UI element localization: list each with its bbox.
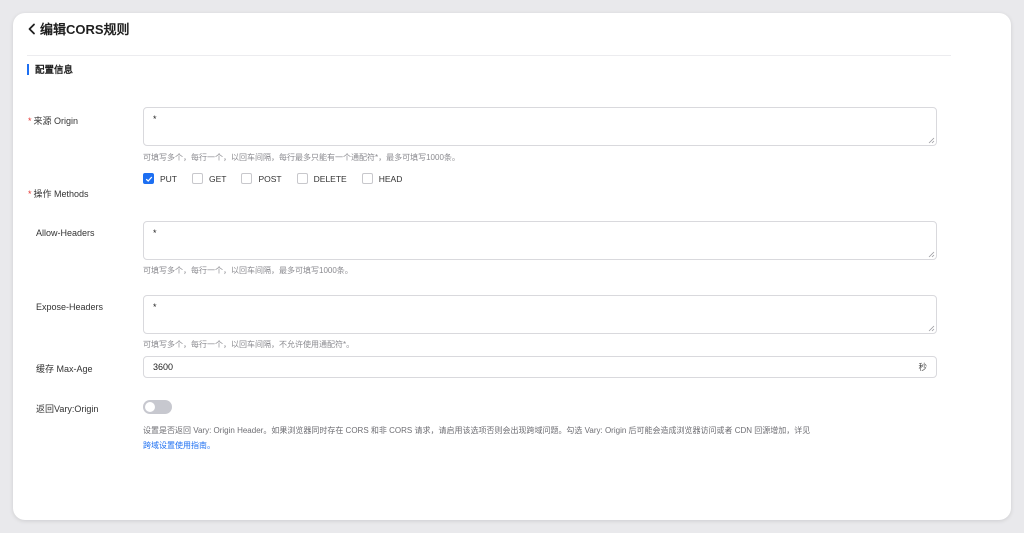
max-age-input[interactable]: 3600 秒: [143, 356, 937, 378]
origin-textarea[interactable]: *: [143, 107, 937, 146]
max-age-unit: 秒: [918, 362, 927, 372]
allow-headers-hint: 可填写多个，每行一个，以回车间隔，最多可填写1000条。: [143, 266, 353, 275]
check-icon: [145, 176, 152, 182]
origin-label-text: 来源 Origin: [33, 116, 79, 126]
toggle-knob: [145, 402, 155, 412]
page-title: 编辑CORS规则: [40, 22, 130, 37]
vary-label: 返回Vary:Origin: [36, 404, 99, 414]
method-post[interactable]: POST: [241, 173, 282, 184]
expose-headers-hint: 可填写多个，每行一个，以回车间隔，不允许使用通配符*。: [143, 340, 355, 349]
checkbox-checked[interactable]: [143, 173, 154, 184]
method-label: PUT: [160, 173, 177, 184]
allow-headers-textarea[interactable]: *: [143, 221, 937, 260]
resize-handle-icon[interactable]: [928, 137, 935, 144]
method-label: POST: [258, 173, 282, 184]
method-label: GET: [209, 173, 227, 184]
methods-label: * 操作 Methods: [28, 187, 89, 200]
vary-desc-text: 设置是否返回 Vary: Origin Header。如果浏览器同时存在 COR…: [143, 426, 811, 435]
checkbox-unchecked[interactable]: [241, 173, 253, 184]
method-delete[interactable]: DELETE: [296, 173, 347, 184]
resize-handle-icon[interactable]: [928, 325, 935, 332]
expose-headers-label: Expose-Headers: [36, 302, 104, 312]
required-mark: *: [28, 116, 32, 126]
allow-headers-label: Allow-Headers: [36, 228, 95, 238]
back-button[interactable]: 编辑CORS规则: [27, 19, 130, 38]
checkbox-unchecked[interactable]: [361, 173, 373, 184]
methods-label-text: 操作 Methods: [33, 189, 89, 199]
vary-description: 设置是否返回 Vary: Origin Header。如果浏览器同时存在 COR…: [143, 423, 943, 453]
max-age-label: 缓存 Max-Age: [36, 364, 93, 374]
checkbox-unchecked[interactable]: [296, 173, 308, 184]
methods-group: PUT GET POST DELETE HEAD: [143, 173, 417, 184]
checkbox-unchecked[interactable]: [192, 173, 203, 184]
vary-toggle[interactable]: [143, 400, 172, 414]
page-header: 编辑CORS规则: [27, 14, 951, 56]
method-head[interactable]: HEAD: [361, 173, 403, 184]
origin-label: * 来源 Origin: [28, 114, 78, 127]
section-title: 配置信息: [27, 63, 74, 76]
expose-headers-value: *: [153, 302, 157, 312]
origin-hint: 可填写多个，每行一个，以回车间隔，每行最多只能有一个通配符*，最多可填写1000…: [143, 153, 460, 162]
method-label: HEAD: [378, 173, 403, 184]
required-mark: *: [28, 189, 32, 199]
chevron-left-icon: [28, 23, 35, 34]
method-label: DELETE: [313, 173, 347, 184]
cors-guide-link[interactable]: 跨域设置使用指南。: [143, 441, 215, 450]
section-accent-bar: [27, 63, 29, 75]
resize-handle-icon[interactable]: [928, 251, 935, 258]
origin-value: *: [153, 114, 157, 124]
max-age-value: 3600: [153, 362, 174, 372]
allow-headers-value: *: [153, 228, 157, 238]
expose-headers-textarea[interactable]: *: [143, 295, 937, 334]
method-put[interactable]: PUT: [143, 173, 177, 184]
section-title-text: 配置信息: [35, 65, 74, 76]
method-get[interactable]: GET: [192, 173, 226, 184]
